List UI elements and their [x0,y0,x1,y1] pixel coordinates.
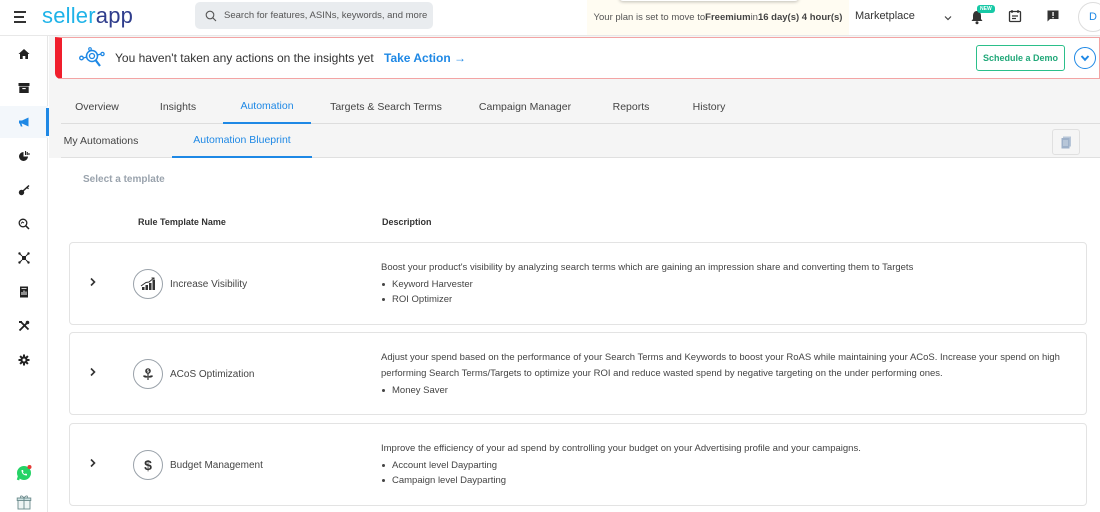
feedback-icon[interactable] [1046,9,1060,23]
search-zoom-icon [18,218,30,230]
sidebar-item-home[interactable] [0,38,48,70]
insights-search-icon [79,47,105,67]
template-card-budget-management[interactable]: $ Budget Management Improve the efficien… [69,423,1087,506]
column-header-name: Rule Template Name [138,217,226,227]
sidebar-item-keywords[interactable] [0,174,48,206]
rule-item: Money Saver [381,383,1081,398]
logo-part1: seller [42,3,96,28]
sidebar-item-tools[interactable] [0,310,48,342]
marketplace-select[interactable]: Marketplace [855,10,915,22]
main-area: You haven't taken any actions on the ins… [49,36,1100,512]
template-content: Select a template Rule Template Name Des… [49,158,1100,512]
sidebar-item-integrations[interactable] [0,242,48,274]
select-template-label: Select a template [83,174,165,185]
tab-targets-search-terms[interactable]: Targets & Search Terms [326,90,446,124]
chevron-right-icon[interactable] [88,277,98,287]
template-name: ACoS Optimization [170,369,255,380]
column-header-description: Description [382,217,432,227]
sidebar-item-reports[interactable] [0,276,48,308]
take-action-link[interactable]: Take Action → [384,51,466,65]
banner-message: You haven't taken any actions on the ins… [115,51,374,65]
subtab-my-automations[interactable]: My Automations [61,124,141,158]
archive-icon [18,83,30,93]
description-text: Improve the efficiency of your ad spend … [381,443,861,454]
megaphone-icon [19,117,29,127]
plan-name: Freemium [705,12,751,23]
logo[interactable]: sellerapp [42,3,133,29]
search-placeholder: Search for features, ASINs, keywords, an… [224,10,428,21]
key-icon [18,184,30,196]
description-text: Boost your product's visibility by analy… [381,262,914,273]
chevron-down-icon [1080,55,1090,62]
automation-subtabs: My Automations Automation Blueprint [61,124,1100,158]
plan-time: 16 day(s) 4 hour(s) [757,12,843,23]
tab-reports[interactable]: Reports [601,90,661,124]
description-text: Adjust your spend based on the performan… [381,352,1060,379]
whatsapp-icon[interactable] [16,465,32,481]
plan-notice-tab [619,0,799,1]
documents-button[interactable] [1052,129,1080,155]
plan-text-mid: in [750,12,758,23]
template-description: Boost your product's visibility by analy… [381,260,1081,307]
top-bar: sellerapp Search for features, ASINs, ke… [0,0,1100,36]
home-icon [18,49,30,59]
menu-icon[interactable] [14,11,26,23]
rule-item: Keyword Harvester [381,277,1081,292]
money-plant-icon: $ [133,359,163,389]
tab-history[interactable]: History [679,90,739,124]
chevron-right-icon[interactable] [88,458,98,468]
rule-item: ROI Optimizer [381,292,1081,307]
chevron-down-icon[interactable] [942,12,954,24]
plan-text-pre: Your plan is set to move to [593,12,706,23]
rule-list: Keyword Harvester ROI Optimizer [381,277,1081,307]
tab-insights[interactable]: Insights [150,90,206,124]
search-icon [205,10,217,21]
user-avatar[interactable]: D [1078,2,1100,32]
chevron-right-icon[interactable] [88,367,98,377]
growth-chart-icon [133,269,163,299]
logo-part2: app [95,3,134,28]
report-icon [20,286,28,298]
sidebar-item-inventory[interactable] [0,72,48,104]
tools-icon [18,320,30,332]
template-name: Increase Visibility [170,279,248,290]
sidebar-item-analytics[interactable] [0,140,48,172]
gear-icon [18,354,30,366]
template-name: Budget Management [170,460,263,471]
tab-overview[interactable]: Overview [61,90,133,124]
dollar-icon: $ [133,450,163,480]
tab-campaign-manager[interactable]: Campaign Manager [469,90,581,124]
pie-chart-icon [19,151,30,161]
insights-alert-banner: You haven't taken any actions on the ins… [55,37,1100,79]
rule-list: Account level Dayparting Campaign level … [381,458,1081,488]
document-icon [1061,136,1071,148]
sidebar [0,36,49,512]
network-icon [18,252,30,264]
collapse-banner-button[interactable] [1074,47,1096,69]
gift-icon[interactable] [16,494,32,510]
rule-item: Account level Dayparting [381,458,1081,473]
schedule-demo-button[interactable]: Schedule a Demo [976,45,1065,71]
template-description: Improve the efficiency of your ad spend … [381,441,1081,488]
rule-item: Campaign level Dayparting [381,473,1081,488]
main-tabs: Overview Insights Automation Targets & S… [61,90,1100,124]
subtab-automation-blueprint[interactable]: Automation Blueprint [172,124,312,158]
sidebar-item-advertising[interactable] [0,106,49,138]
new-badge: NEW [977,5,995,13]
tab-automation[interactable]: Automation [223,90,311,124]
sidebar-item-settings[interactable] [0,344,48,376]
sidebar-item-product-research[interactable] [0,208,48,240]
rule-list: Money Saver [381,383,1081,398]
svg-text:$: $ [144,457,152,473]
plan-notice: Your plan is set to move to Freemium in … [587,0,849,35]
calendar-icon[interactable] [1008,9,1022,23]
template-description: Adjust your spend based on the performan… [381,350,1081,398]
global-search-input[interactable]: Search for features, ASINs, keywords, an… [195,2,433,29]
template-card-acos-optimization[interactable]: $ ACoS Optimization Adjust your spend ba… [69,332,1087,415]
template-card-increase-visibility[interactable]: Increase Visibility Boost your product's… [69,242,1087,325]
